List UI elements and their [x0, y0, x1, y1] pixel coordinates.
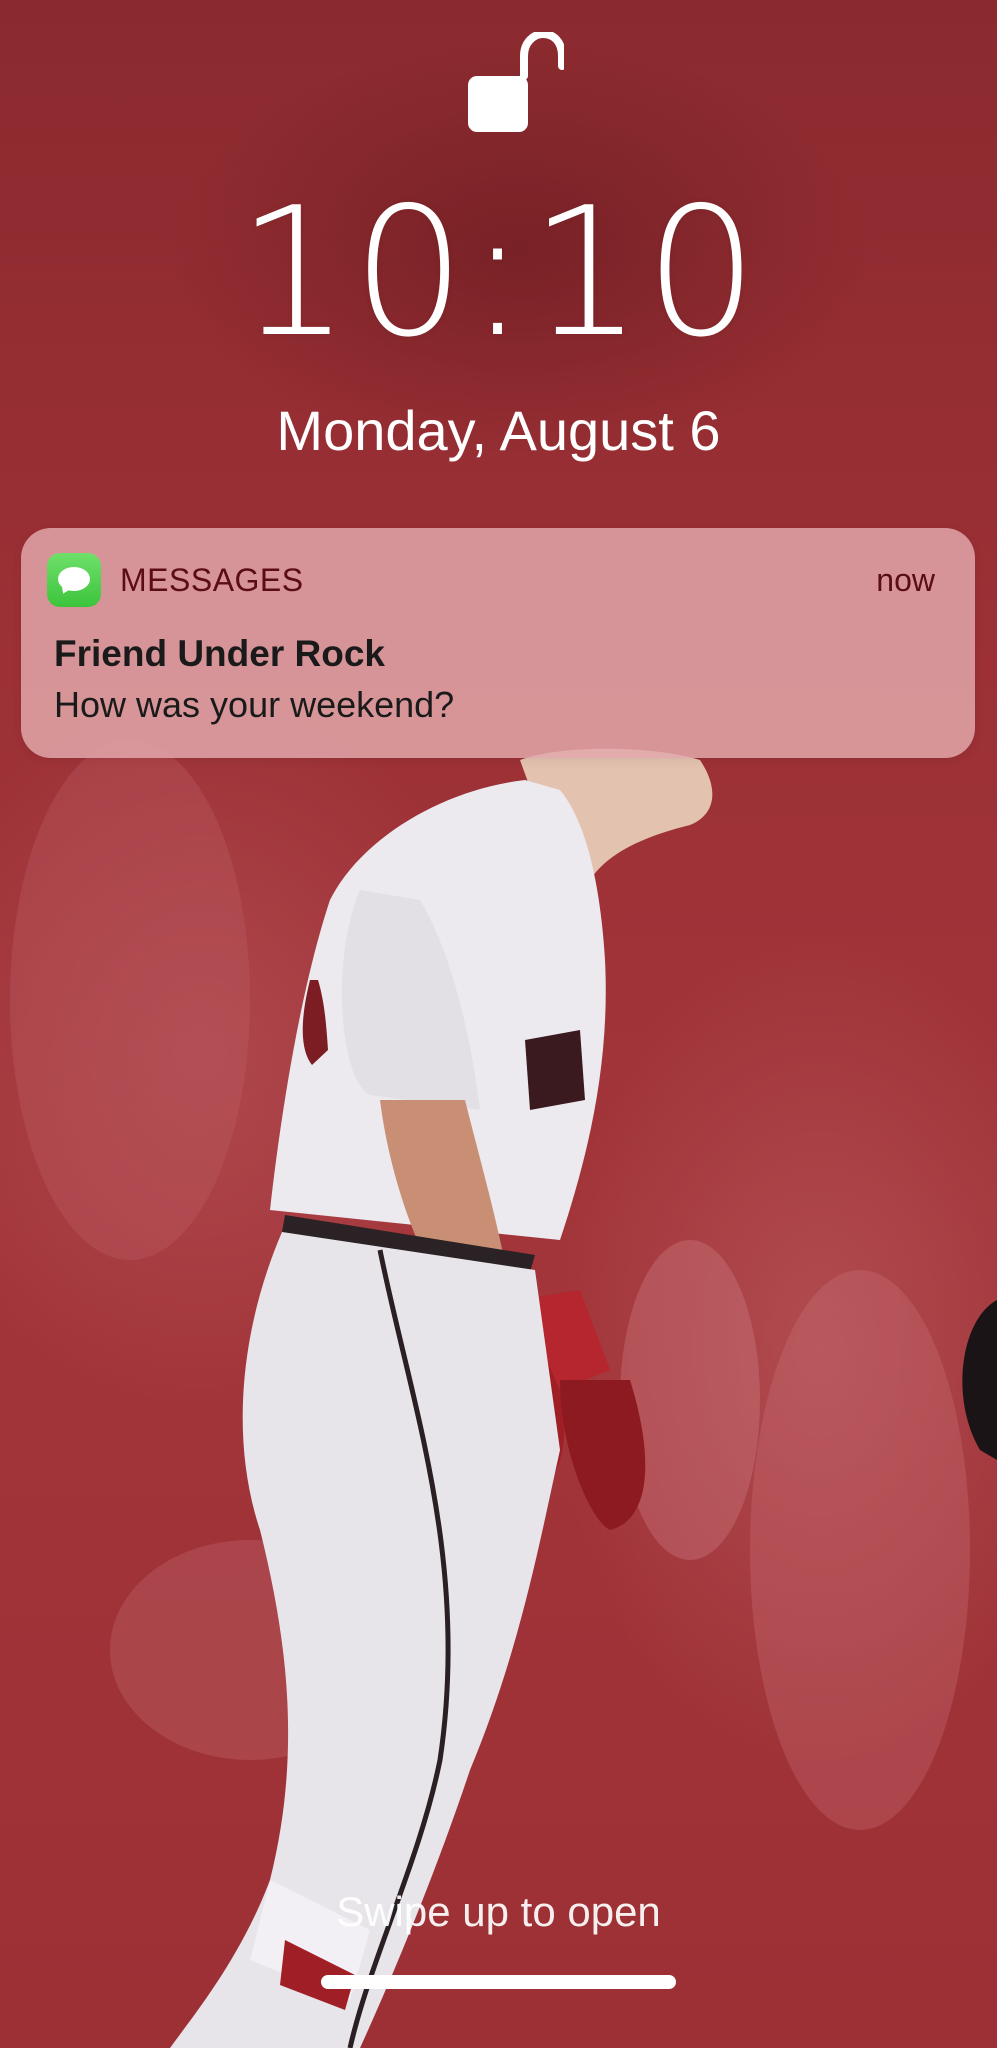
- notification-app-name: MESSAGES: [120, 562, 304, 598]
- notification-sender: Friend Under Rock: [54, 633, 385, 674]
- messages-icon: [47, 553, 101, 607]
- swipe-up-hint: Swipe up to open: [336, 1888, 661, 1935]
- message-notification[interactable]: MESSAGES now Friend Under Rock How was y…: [21, 528, 975, 758]
- unlocked-padlock-icon: [468, 32, 564, 132]
- lock-screen-time: 10:10: [237, 169, 760, 376]
- notification-time: now: [876, 562, 935, 598]
- home-indicator[interactable]: [321, 1975, 676, 1989]
- notification-message: How was your weekend?: [54, 684, 455, 725]
- lock-screen-date: Monday, August 6: [276, 399, 721, 462]
